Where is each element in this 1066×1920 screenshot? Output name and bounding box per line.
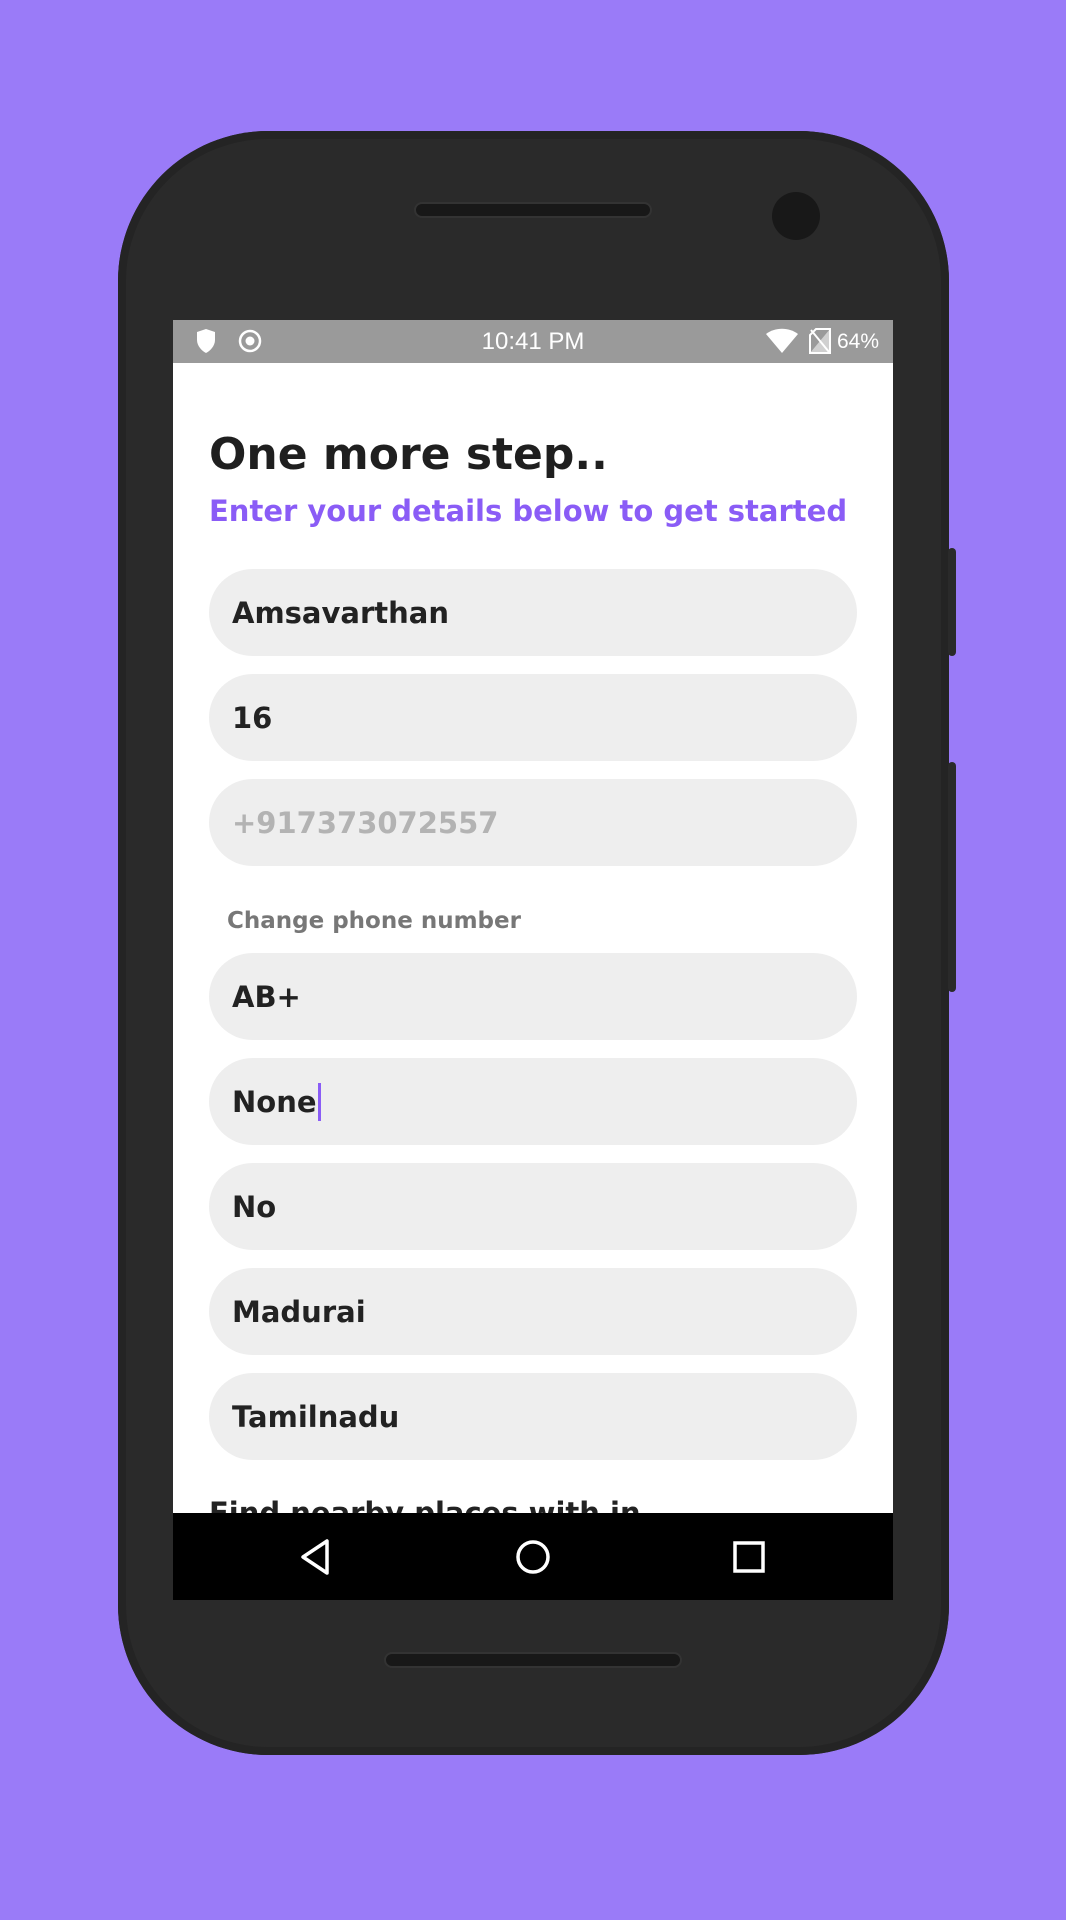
state-value: Tamilnadu	[232, 1399, 400, 1434]
blood-group-field[interactable]: AB+	[209, 953, 857, 1040]
phone-field: +917373072557	[209, 779, 857, 866]
change-phone-link[interactable]: Change phone number	[227, 908, 521, 934]
status-bar: 10:41 PM 64%	[173, 320, 893, 363]
home-icon[interactable]	[511, 1535, 555, 1579]
medical-condition-field[interactable]: None	[209, 1058, 857, 1145]
age-value: 16	[232, 700, 273, 735]
phone-value: +917373072557	[232, 805, 499, 840]
volume-button	[948, 548, 956, 656]
power-button	[948, 762, 956, 992]
front-camera	[772, 192, 820, 240]
wifi-icon	[765, 328, 799, 358]
city-field[interactable]: Madurai	[209, 1268, 857, 1355]
state-field[interactable]: Tamilnadu	[209, 1373, 857, 1460]
blood-group-value: AB+	[232, 979, 301, 1014]
age-field[interactable]: 16	[209, 674, 857, 761]
page-subtitle: Enter your details below to get started	[209, 494, 848, 528]
donated-before-field[interactable]: No	[209, 1163, 857, 1250]
battery-level: 64%	[836, 330, 879, 353]
donated-before-value: No	[232, 1189, 277, 1224]
no-sim-icon	[809, 328, 831, 358]
page-title: One more step..	[209, 429, 608, 480]
city-value: Madurai	[232, 1294, 366, 1329]
navigation-bar	[173, 1513, 893, 1600]
name-field[interactable]: Amsavarthan	[209, 569, 857, 656]
name-value: Amsavarthan	[232, 595, 449, 630]
medical-condition-value: None	[232, 1084, 317, 1119]
back-icon[interactable]	[295, 1535, 339, 1579]
bottom-speaker	[384, 1652, 682, 1668]
screen: 10:41 PM 64% One more step.. Enter your …	[173, 320, 893, 1600]
recents-icon[interactable]	[727, 1535, 771, 1579]
text-cursor	[317, 1082, 321, 1121]
earpiece-speaker	[414, 202, 652, 218]
